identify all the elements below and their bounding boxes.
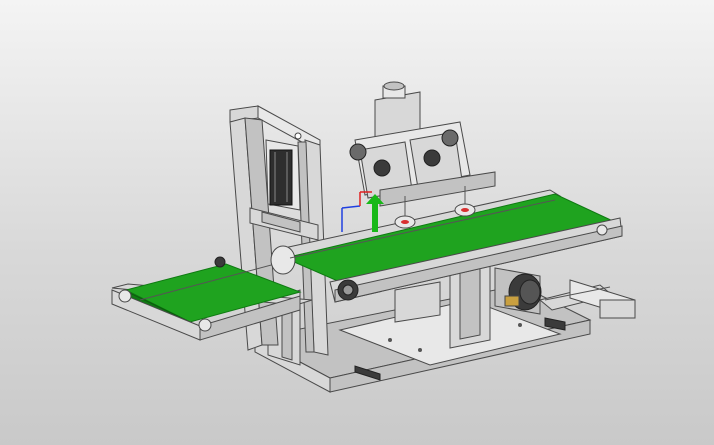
drive-motor[interactable] <box>494 267 542 315</box>
triad-axes-icon <box>341 191 384 232</box>
conveyor-assembly-model[interactable] <box>0 0 714 445</box>
cad-viewport[interactable] <box>0 0 714 445</box>
press-head-unit[interactable] <box>349 81 496 229</box>
